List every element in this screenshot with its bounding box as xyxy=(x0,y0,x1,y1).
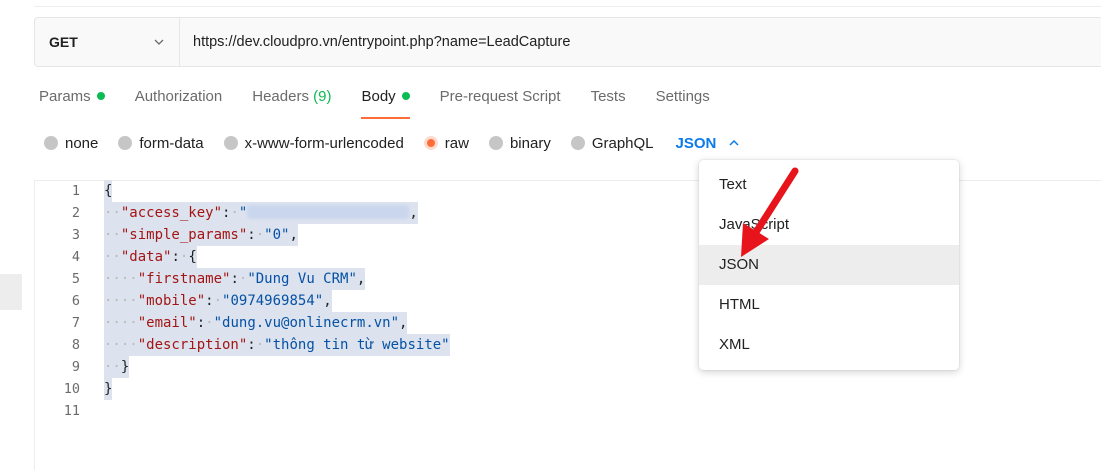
line-number: 3 xyxy=(71,227,80,243)
tab-authorization[interactable]: Authorization xyxy=(135,87,223,119)
radio-urlencoded-label: x-www-form-urlencoded xyxy=(244,134,404,152)
dropdown-item-json[interactable]: JSON xyxy=(699,245,959,285)
dropdown-item-javascript[interactable]: JavaScript xyxy=(699,205,959,245)
code-line[interactable]: ··"data":·{ xyxy=(104,246,197,268)
language-select[interactable]: JSON xyxy=(676,135,741,152)
code-line[interactable]: ··} xyxy=(104,356,130,378)
code-line[interactable]: ····"mobile":·"0974969854", xyxy=(104,290,332,312)
radio-binary-label: binary xyxy=(509,134,551,152)
radio-binary[interactable]: binary xyxy=(488,134,551,152)
code-line[interactable]: ····"firstname":·"Dung Vu CRM", xyxy=(104,268,366,290)
radio-none[interactable]: none xyxy=(44,135,98,152)
line-number: 6 xyxy=(71,293,80,309)
editor-left-border xyxy=(34,180,35,470)
method-label: GET xyxy=(49,34,78,50)
line-number: 4 xyxy=(71,249,80,265)
line-number: 2 xyxy=(71,205,80,221)
left-sidebar-edge xyxy=(0,0,22,470)
status-dot xyxy=(96,92,105,100)
sidebar-selected-marker xyxy=(0,274,22,310)
line-number: 7 xyxy=(71,315,80,331)
language-select-label: JSON xyxy=(675,134,717,152)
tab-settings-label: Settings xyxy=(655,88,710,105)
dropdown-item-xml[interactable]: XML xyxy=(699,325,959,365)
radio-graphql-label: GraphQL xyxy=(591,134,654,152)
line-number: 10 xyxy=(63,381,80,397)
radio-button[interactable] xyxy=(223,136,238,150)
code-line[interactable]: { xyxy=(104,180,113,202)
body-type-selector: none form-data x-www-form-urlencoded raw… xyxy=(44,133,740,153)
radio-button[interactable] xyxy=(118,136,133,150)
line-number: 1 xyxy=(71,183,80,199)
tab-tests-label: Tests xyxy=(590,88,626,105)
chevron-down-icon xyxy=(154,39,164,45)
line-number: 9 xyxy=(71,359,80,375)
code-line[interactable]: ····"email":·"dung.vu@onlinecrm.vn", xyxy=(104,312,408,334)
tab-tests[interactable]: Tests xyxy=(591,87,626,119)
tab-body-label: Body xyxy=(361,88,396,105)
radio-button[interactable] xyxy=(570,136,585,150)
tab-params-label: Params xyxy=(39,88,91,105)
method-select[interactable]: GET xyxy=(35,18,180,66)
request-tabs: Params Authorization Headers (9) Body Pr… xyxy=(39,87,740,119)
tab-headers[interactable]: Headers (9) xyxy=(252,87,331,119)
status-dot xyxy=(401,92,410,100)
tab-params[interactable]: Params xyxy=(39,87,105,119)
code-line[interactable]: } xyxy=(104,378,113,400)
url-input[interactable]: https://dev.cloudpro.vn/entrypoint.php?n… xyxy=(180,34,570,50)
tab-pre-request-script-label: Pre-request Script xyxy=(439,88,561,105)
radio-raw-label: raw xyxy=(444,134,469,152)
tab-pre-request-script[interactable]: Pre-request Script xyxy=(440,87,561,119)
line-number: 11 xyxy=(63,403,80,419)
radio-graphql[interactable]: GraphQL xyxy=(570,134,654,152)
dropdown-item-html[interactable]: HTML xyxy=(699,285,959,325)
language-dropdown-menu: Text JavaScript JSON HTML XML xyxy=(699,160,959,370)
request-bar: GET https://dev.cloudpro.vn/entrypoint.p… xyxy=(34,17,1101,67)
radio-form-data[interactable]: form-data xyxy=(118,134,204,152)
redacted-value xyxy=(247,205,410,219)
tab-body[interactable]: Body xyxy=(361,87,410,119)
code-line[interactable]: ··"simple_params":·"0", xyxy=(104,224,298,246)
radio-none-label: none xyxy=(65,134,99,152)
line-number: 5 xyxy=(71,271,80,287)
radio-x-www-form-urlencoded[interactable]: x-www-form-urlencoded xyxy=(223,134,404,152)
radio-button[interactable] xyxy=(488,136,503,150)
radio-button-selected[interactable] xyxy=(423,136,438,150)
radio-form-data-label: form-data xyxy=(139,134,204,152)
radio-raw[interactable]: raw xyxy=(423,134,469,152)
top-divider xyxy=(34,6,1101,7)
tab-settings[interactable]: Settings xyxy=(656,87,710,119)
tab-authorization-label: Authorization xyxy=(134,88,223,105)
code-line[interactable]: ··"access_key":·", xyxy=(104,202,418,224)
dropdown-item-text[interactable]: Text xyxy=(699,165,959,205)
headers-count: (9) xyxy=(313,88,332,105)
line-number: 8 xyxy=(71,337,80,353)
radio-button[interactable] xyxy=(44,136,58,150)
chevron-up-icon xyxy=(729,139,739,146)
code-line[interactable]: ····"description":·"thông tin từ website… xyxy=(104,334,450,356)
tab-headers-label: Headers xyxy=(252,88,309,105)
